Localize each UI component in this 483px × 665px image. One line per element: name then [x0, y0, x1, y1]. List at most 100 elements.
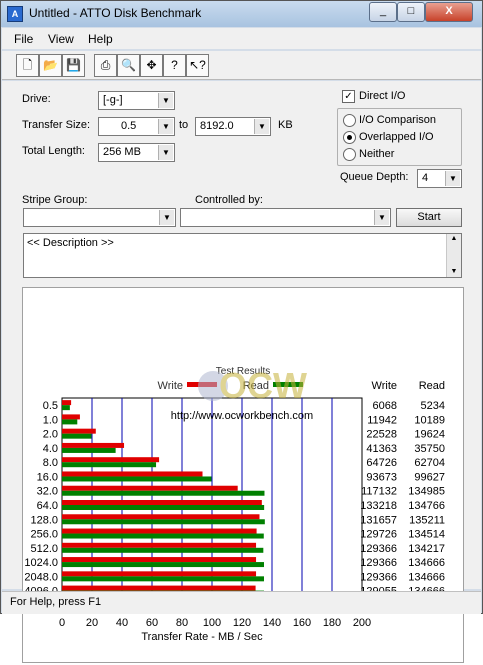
queue-depth-value: 4 — [422, 172, 429, 184]
scroll-up-icon[interactable]: ▲ — [447, 234, 461, 244]
y-tick-label: 1024.0 — [24, 557, 58, 569]
chevron-down-icon: ▼ — [159, 210, 174, 225]
write-value: 117132 — [361, 486, 397, 498]
x-tick-label: 120 — [233, 617, 251, 629]
menu-view[interactable]: View — [48, 32, 74, 46]
menu-file[interactable]: File — [14, 32, 33, 46]
read-bar — [62, 519, 265, 525]
kb-label: KB — [278, 119, 293, 131]
window-title: Untitled - ATTO Disk Benchmark — [29, 6, 202, 20]
close-button[interactable]: X — [425, 2, 473, 22]
save-icon[interactable]: 💾 — [62, 54, 85, 77]
write-value: 129366 — [360, 543, 397, 555]
read-bar — [62, 405, 70, 411]
app-window: A Untitled - ATTO Disk Benchmark _ □ X F… — [0, 0, 483, 663]
transfer-size-label: Transfer Size: — [22, 119, 91, 131]
transfer-size-from-select[interactable]: 0.5 ▼ — [98, 117, 175, 136]
minimize-button[interactable]: _ — [369, 2, 397, 22]
read-value: 10189 — [414, 414, 445, 426]
read-value: 134666 — [408, 571, 445, 583]
maximize-button[interactable]: □ — [397, 2, 425, 22]
read-bar — [62, 562, 264, 568]
total-length-label: Total Length: — [22, 145, 85, 157]
drive-select[interactable]: [-g-] ▼ — [98, 91, 175, 110]
overlapped-io-radio[interactable] — [343, 131, 356, 144]
write-bar — [62, 428, 96, 434]
write-bar — [62, 585, 256, 591]
read-bar — [62, 547, 264, 553]
column-header-write: Write — [372, 380, 397, 392]
move-icon[interactable]: ✥ — [140, 54, 163, 77]
neither-label: Neither — [359, 148, 395, 160]
read-value: 134217 — [408, 543, 445, 555]
write-value: 41363 — [366, 443, 397, 455]
y-tick-label: 4.0 — [43, 443, 58, 455]
x-tick-label: 40 — [116, 617, 128, 629]
print-preview-icon[interactable]: 🔍 — [117, 54, 140, 77]
write-bar — [62, 414, 80, 420]
write-value: 129366 — [360, 571, 397, 583]
write-bar — [62, 557, 257, 563]
y-tick-label: 1.0 — [43, 414, 58, 426]
read-bar — [62, 505, 265, 510]
read-bar — [62, 490, 265, 496]
y-tick-label: 64.0 — [37, 500, 58, 512]
io-mode-group: I/O Comparison Overlapped I/O Neither — [337, 108, 462, 166]
print-icon[interactable]: ⎙ — [94, 54, 117, 77]
read-value: 5234 — [421, 400, 445, 412]
app-icon: A — [7, 6, 23, 22]
neither-radio[interactable] — [343, 148, 356, 161]
scroll-down-icon[interactable]: ▼ — [447, 267, 461, 277]
context-help-icon[interactable]: ↖? — [186, 54, 209, 77]
stripe-group-label: Stripe Group: — [22, 194, 88, 206]
ocw-watermark: OCW — [198, 365, 307, 406]
total-length-value: 256 MB — [103, 146, 141, 158]
queue-depth-select[interactable]: 4 ▼ — [417, 169, 462, 188]
write-value: 11942 — [367, 414, 397, 426]
write-bar — [62, 485, 238, 491]
toolbar: 🗋 📂 💾 ⎙ 🔍 ✥ ? ↖? — [2, 51, 481, 80]
y-tick-label: 128.0 — [30, 514, 58, 526]
write-bar — [62, 400, 72, 406]
write-bar — [62, 542, 257, 548]
x-tick-label: 60 — [146, 617, 158, 629]
watermark-url: http://www.ocworkbench.com — [171, 410, 313, 422]
io-comparison-label: I/O Comparison — [359, 114, 437, 126]
read-bar — [62, 419, 78, 425]
help-icon[interactable]: ? — [163, 54, 186, 77]
total-length-select[interactable]: 256 MB ▼ — [98, 143, 175, 162]
stripe-group-select[interactable]: ▼ — [23, 208, 176, 227]
chevron-down-icon: ▼ — [158, 119, 173, 134]
open-icon[interactable]: 📂 — [39, 54, 62, 77]
main-panel: Drive: [-g-] ▼ Transfer Size: 0.5 ▼ to 8… — [2, 81, 481, 663]
x-axis-label: Transfer Rate - MB / Sec — [141, 631, 263, 643]
title-bar: A Untitled - ATTO Disk Benchmark _ □ X — [1, 1, 482, 27]
drive-label: Drive: — [22, 93, 51, 105]
io-comparison-radio[interactable] — [343, 114, 356, 127]
direct-io-checkbox[interactable]: ✓ — [342, 90, 355, 103]
watermark-logo: OCW — [219, 365, 307, 406]
start-button[interactable]: Start — [396, 208, 462, 227]
transfer-size-to-select[interactable]: 8192.0 ▼ — [195, 117, 271, 136]
description-textarea[interactable]: << Description >> ▲ ▼ — [23, 233, 462, 278]
x-tick-label: 0 — [59, 617, 65, 629]
read-value: 134514 — [408, 529, 445, 541]
controlled-by-select[interactable]: ▼ — [180, 208, 391, 227]
x-tick-label: 200 — [353, 617, 371, 629]
x-tick-label: 20 — [86, 617, 98, 629]
menu-help[interactable]: Help — [88, 32, 113, 46]
read-value: 134766 — [408, 500, 445, 512]
y-tick-label: 8.0 — [43, 457, 58, 469]
description-text: << Description >> — [27, 237, 114, 249]
x-tick-label: 180 — [323, 617, 341, 629]
y-tick-label: 2048.0 — [24, 571, 58, 583]
write-bar — [62, 571, 257, 577]
y-tick-label: 2.0 — [43, 429, 58, 441]
read-bar — [62, 533, 264, 539]
description-scrollbar[interactable]: ▲ ▼ — [446, 234, 461, 277]
status-text: For Help, press F1 — [10, 596, 102, 608]
queue-depth-label: Queue Depth: — [340, 171, 409, 183]
new-icon[interactable]: 🗋 — [16, 54, 39, 77]
read-bar — [62, 462, 157, 468]
drive-value: [-g-] — [103, 94, 123, 106]
